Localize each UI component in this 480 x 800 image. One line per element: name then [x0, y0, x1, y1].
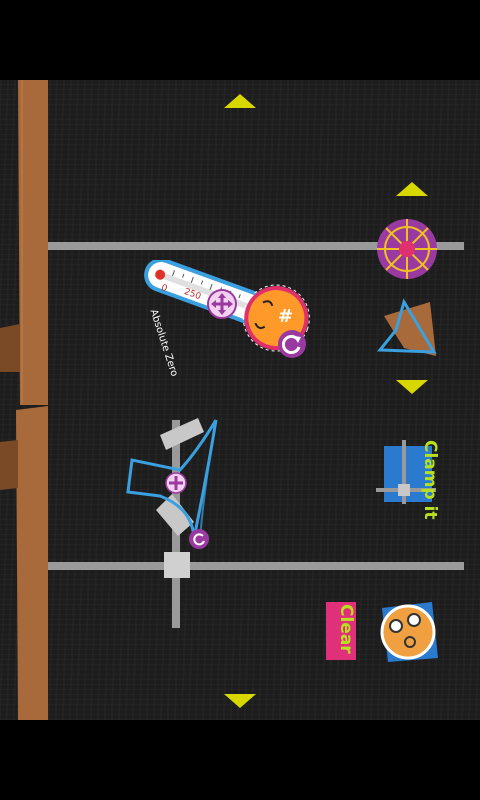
clamp-it-button[interactable]: Clamp it: [374, 440, 440, 520]
clear-button[interactable]: Clear: [326, 602, 356, 660]
rail-bottom: [48, 562, 464, 570]
clear-label: Clear: [336, 604, 356, 654]
clamp-rotate-icon[interactable]: [188, 528, 210, 550]
clamp-object[interactable]: [120, 410, 230, 635]
clamp-move-icon[interactable]: [164, 471, 188, 495]
paper-plane-icon[interactable]: [374, 296, 440, 362]
scroll-up-arrow-icon[interactable]: [224, 94, 256, 110]
face-icon[interactable]: [374, 600, 440, 664]
move-icon[interactable]: [206, 288, 238, 320]
toolbar-up-arrow-icon[interactable]: [396, 182, 428, 198]
clamp-it-label: Clamp it: [420, 440, 440, 520]
play-area[interactable]: 0 250 Absolute Zero # Clamp it Clear: [0, 80, 480, 720]
prize-wheel-icon[interactable]: [376, 218, 438, 280]
toolbar-down-arrow-icon[interactable]: [396, 378, 428, 394]
scroll-down-arrow-icon[interactable]: [224, 692, 256, 708]
rotate-icon[interactable]: [276, 328, 308, 360]
wooden-wall: [0, 80, 48, 720]
face-mark: #: [278, 306, 294, 327]
